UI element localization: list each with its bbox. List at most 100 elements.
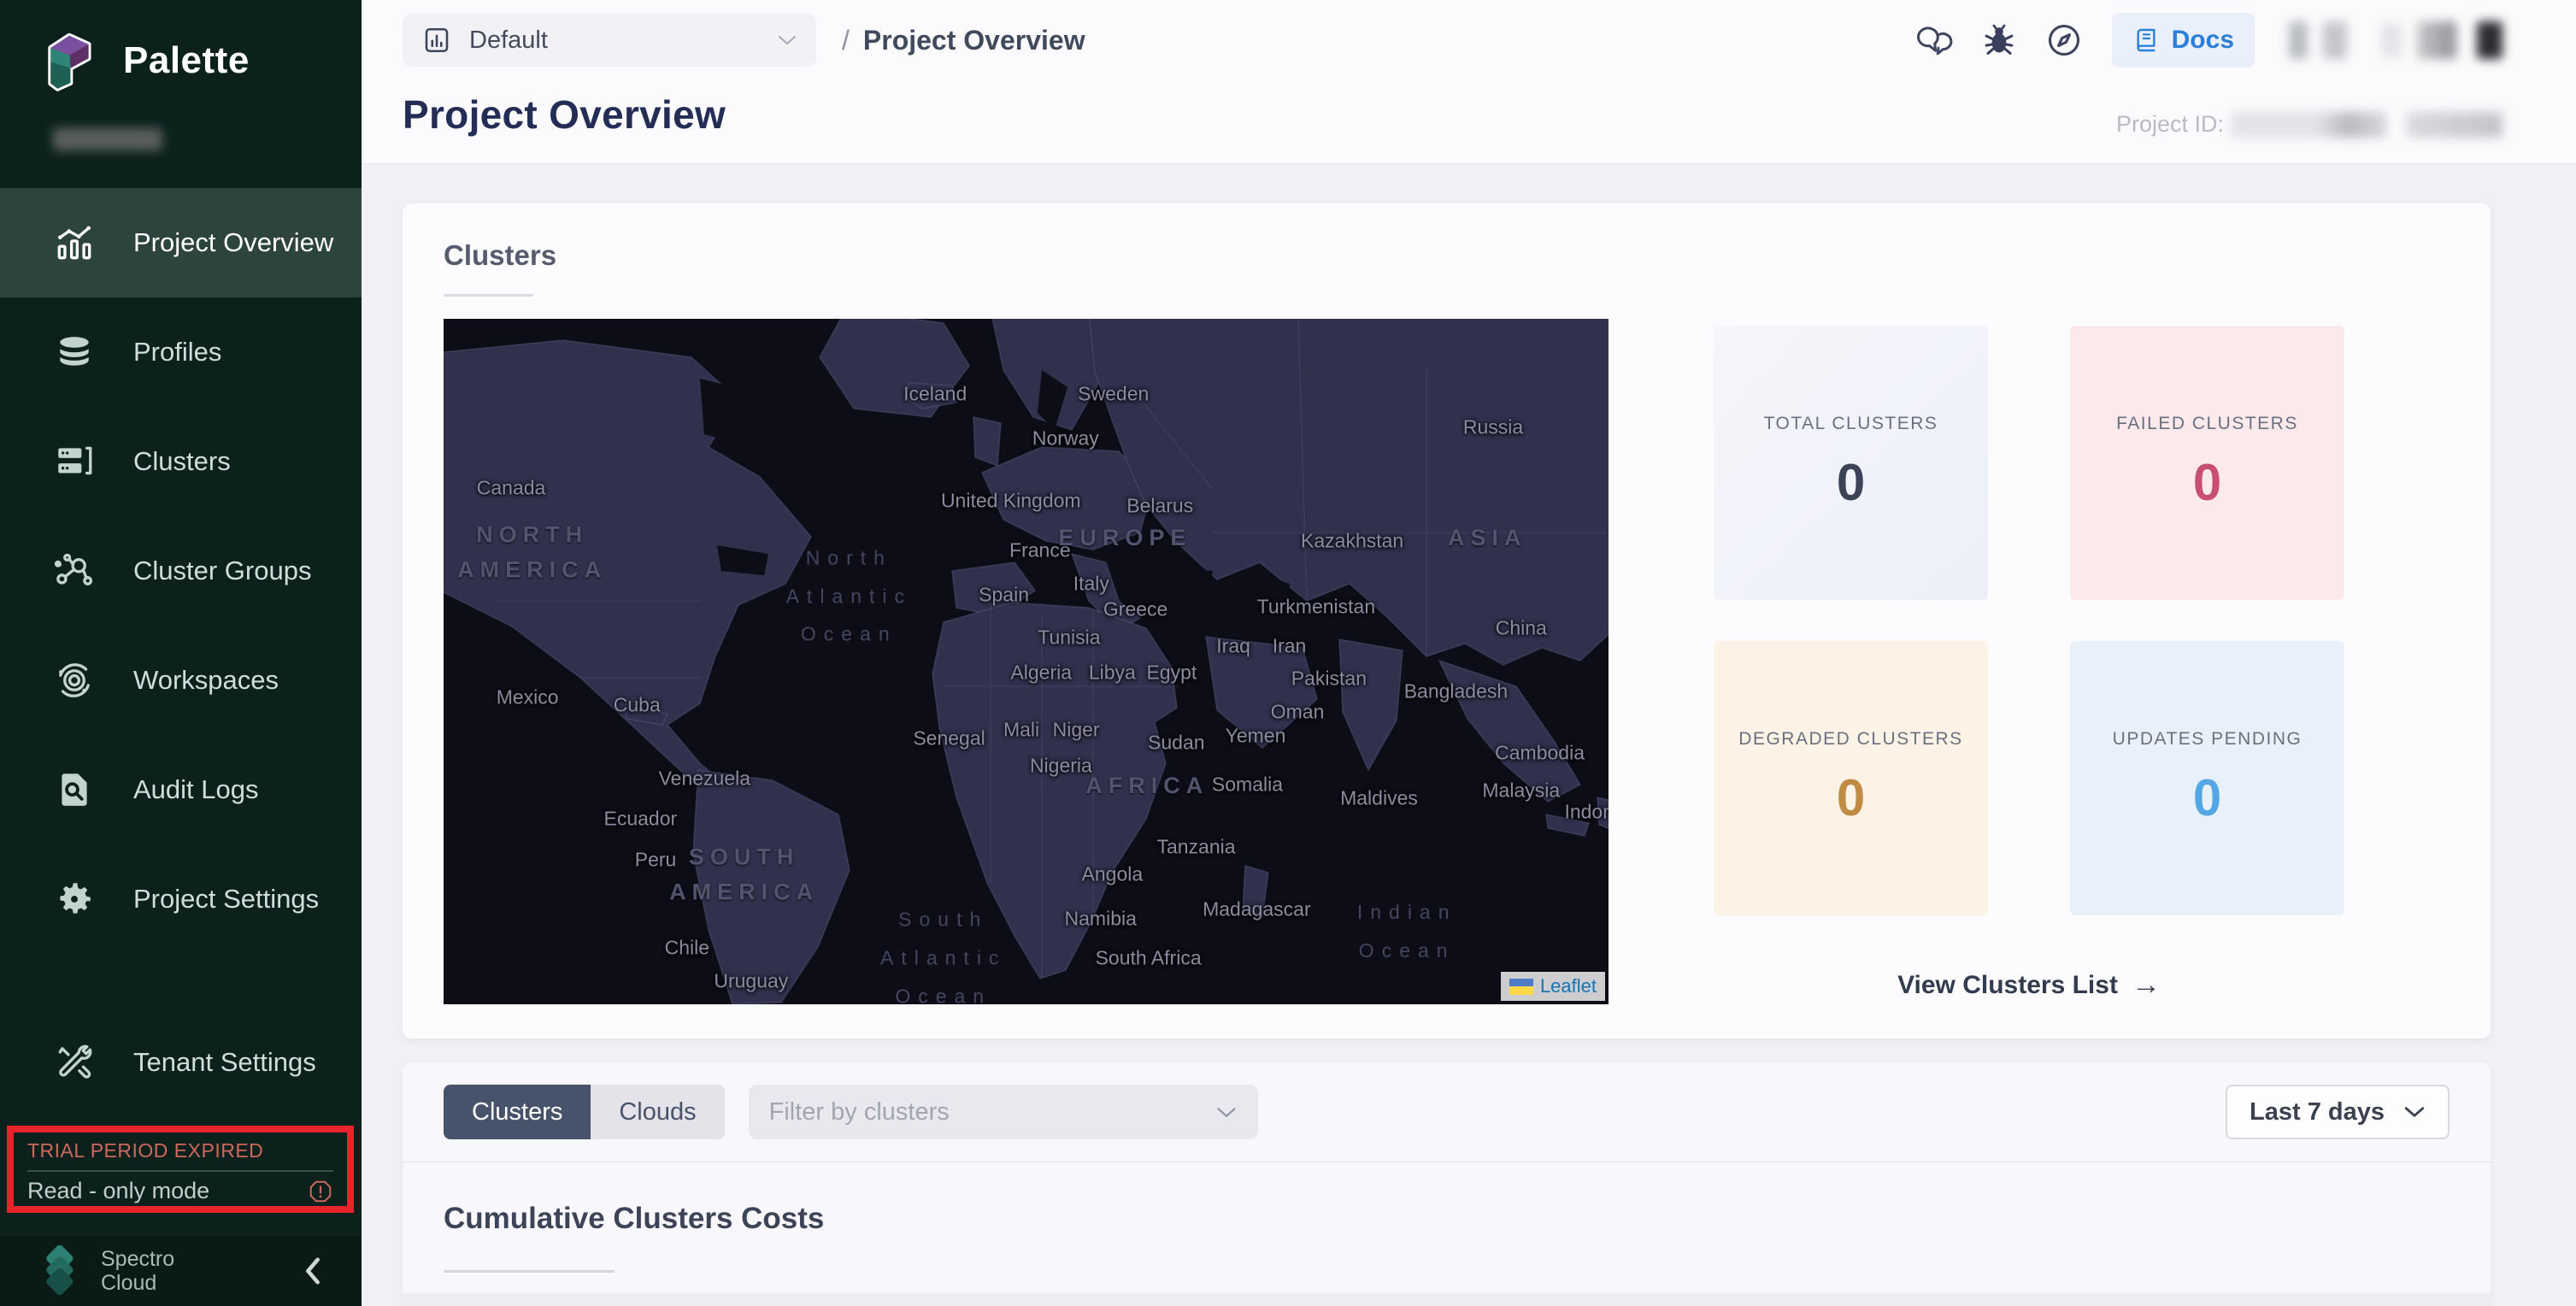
map-label: NORTH AMERICA bbox=[457, 518, 607, 587]
map-label: Cuba bbox=[614, 694, 661, 717]
app-root: Palette Project Overview bbox=[0, 0, 2576, 1306]
map-label: Peru bbox=[635, 848, 677, 871]
map-label: Algeria bbox=[1010, 661, 1072, 684]
bug-icon bbox=[1982, 22, 2016, 58]
layers-icon bbox=[53, 331, 96, 374]
spectro-cloud-logo bbox=[38, 1245, 84, 1297]
redacted-chip bbox=[2289, 21, 2308, 59]
sidebar: Palette Project Overview bbox=[0, 0, 362, 1306]
map-label: Libya bbox=[1089, 661, 1136, 684]
redacted-chip bbox=[2381, 23, 2402, 57]
tab-clusters[interactable]: Clusters bbox=[444, 1085, 591, 1139]
explore-compass-button[interactable] bbox=[2045, 21, 2083, 59]
alert-octagon-icon[interactable] bbox=[308, 1179, 333, 1204]
clusters-card-title: Clusters bbox=[444, 239, 2450, 272]
docs-label: Docs bbox=[2172, 26, 2234, 55]
map-label: Canada bbox=[477, 477, 546, 500]
sidebar-item-label: Tenant Settings bbox=[133, 1047, 316, 1078]
redacted-user-controls bbox=[2289, 21, 2502, 59]
map-label: Pakistan bbox=[1291, 668, 1367, 691]
gear-icon bbox=[53, 878, 96, 921]
project-selector[interactable]: Default bbox=[403, 14, 816, 67]
filter-row: Clusters Clouds Filter by clusters Last … bbox=[444, 1085, 2450, 1139]
sidebar-item-workspaces[interactable]: Workspaces bbox=[0, 626, 362, 735]
map-label: Indone bbox=[1564, 800, 1609, 823]
sidebar-collapse-button[interactable] bbox=[302, 1256, 324, 1285]
costs-chart-area bbox=[403, 1293, 2491, 1306]
filter-placeholder: Filter by clusters bbox=[769, 1098, 950, 1127]
trial-divider bbox=[27, 1170, 333, 1172]
tab-clouds[interactable]: Clouds bbox=[591, 1085, 724, 1139]
book-icon bbox=[2132, 26, 2160, 54]
section-underline bbox=[444, 1270, 615, 1273]
map-label: Mexico bbox=[497, 685, 559, 709]
map-label: United Kingdom bbox=[941, 489, 1081, 512]
map-label: Bangladesh bbox=[1404, 680, 1509, 703]
map-label: Iraq bbox=[1216, 634, 1250, 657]
sidebar-footer: Spectro Cloud bbox=[0, 1236, 362, 1306]
feedback-chat-button[interactable] bbox=[1914, 22, 1953, 58]
redacted-chip bbox=[2417, 21, 2456, 59]
map-label: Uruguay bbox=[714, 969, 788, 992]
chevron-down-icon bbox=[2403, 1105, 2426, 1119]
view-clusters-list-link[interactable]: View Clusters List → bbox=[1897, 968, 2161, 1002]
map-label: Cambodia bbox=[1495, 741, 1585, 764]
map-label: Yemen bbox=[1226, 725, 1286, 748]
sidebar-nav: Project Overview Profiles Cluste bbox=[0, 188, 362, 1117]
stat-total-clusters: TOTAL CLUSTERS 0 bbox=[1714, 326, 1988, 600]
sidebar-item-project-settings[interactable]: Project Settings bbox=[0, 844, 362, 954]
title-row: Project Overview Project ID: bbox=[403, 91, 2502, 138]
content: Clusters bbox=[362, 164, 2576, 1306]
sidebar-item-tenant-settings[interactable]: Tenant Settings bbox=[0, 1008, 362, 1117]
breadcrumb-current[interactable]: Project Overview bbox=[863, 25, 1085, 56]
map-label: Niger bbox=[1053, 719, 1100, 742]
sidebar-item-label: Cluster Groups bbox=[133, 556, 311, 586]
leaflet-attribution[interactable]: Leaflet bbox=[1501, 972, 1605, 1001]
map-label: Tanzania bbox=[1156, 835, 1235, 858]
app-logo[interactable]: Palette bbox=[0, 0, 362, 96]
project-id-label: Project ID: bbox=[2116, 111, 2224, 138]
sidebar-item-project-overview[interactable]: Project Overview bbox=[0, 188, 362, 297]
tools-icon bbox=[53, 1041, 96, 1084]
map-label: Spain bbox=[979, 584, 1029, 607]
app-title: Palette bbox=[123, 39, 250, 82]
report-bug-button[interactable] bbox=[1982, 22, 2016, 58]
stat-label: DEGRADED CLUSTERS bbox=[1738, 729, 1962, 750]
sidebar-item-profiles[interactable]: Profiles bbox=[0, 297, 362, 407]
sidebar-item-audit-logs[interactable]: Audit Logs bbox=[0, 735, 362, 844]
orbit-icon bbox=[53, 659, 96, 702]
sidebar-item-cluster-groups[interactable]: Cluster Groups bbox=[0, 516, 362, 626]
map-label: Chile bbox=[665, 937, 709, 960]
filter-by-clusters-select[interactable]: Filter by clusters bbox=[749, 1085, 1258, 1139]
project-id: Project ID: bbox=[2116, 111, 2502, 138]
stat-label: FAILED CLUSTERS bbox=[2116, 414, 2298, 434]
map-label: Oman bbox=[1271, 700, 1325, 723]
map-label: ASIA bbox=[1448, 521, 1527, 556]
sidebar-item-label: Profiles bbox=[133, 337, 221, 368]
redacted-chip bbox=[2323, 21, 2347, 59]
map-labels: IcelandSwedenNorwayRussiaCanadaUnited Ki… bbox=[444, 319, 1609, 1004]
stat-degraded-clusters: DEGRADED CLUSTERS 0 bbox=[1714, 641, 1988, 915]
chevron-down-icon bbox=[777, 34, 797, 46]
map-label: Italy bbox=[1073, 572, 1109, 595]
map-label: Madagascar bbox=[1203, 897, 1311, 921]
map-label: Somalia bbox=[1212, 773, 1283, 796]
palette-logo-icon bbox=[32, 26, 103, 96]
sidebar-item-label: Project Settings bbox=[133, 884, 319, 915]
docs-button[interactable]: Docs bbox=[2112, 13, 2255, 68]
map-label: Tunisia bbox=[1038, 626, 1100, 649]
map-label: South Africa bbox=[1096, 947, 1202, 970]
map-label: Turkmenistan bbox=[1257, 595, 1375, 618]
map-label: Mali bbox=[1003, 719, 1039, 742]
map-label: Ecuador bbox=[604, 807, 678, 830]
redacted-tenant-name bbox=[53, 128, 162, 150]
brand-line-bottom: Cloud bbox=[101, 1271, 174, 1295]
time-range-selector[interactable]: Last 7 days bbox=[2226, 1085, 2450, 1139]
read-only-label: Read - only mode bbox=[27, 1178, 209, 1204]
sidebar-item-clusters[interactable]: Clusters bbox=[0, 407, 362, 516]
map-label: North Atlantic Ocean bbox=[786, 539, 912, 655]
stat-label: UPDATES PENDING bbox=[2113, 729, 2303, 750]
map-label: Namibia bbox=[1065, 907, 1137, 930]
clusters-world-map[interactable]: IcelandSwedenNorwayRussiaCanadaUnited Ki… bbox=[444, 319, 1609, 1004]
redacted-project-id bbox=[2231, 112, 2386, 138]
